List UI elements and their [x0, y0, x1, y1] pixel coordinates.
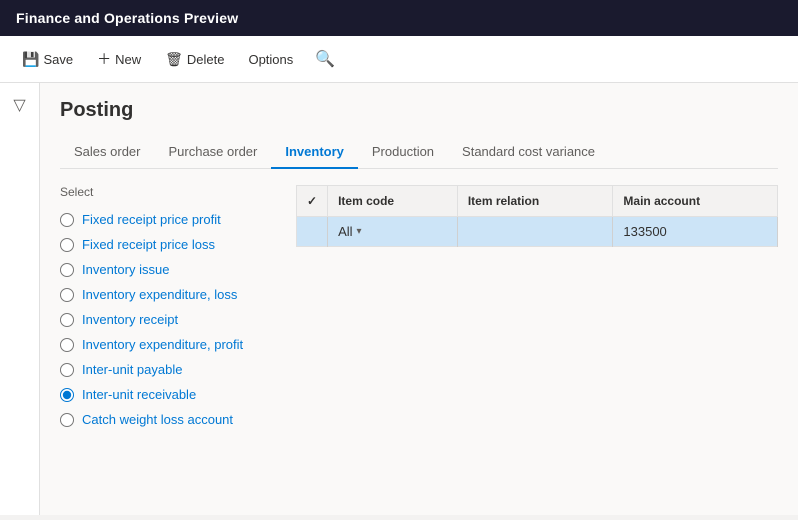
content-area: Posting Sales order Purchase order Inven… — [40, 83, 798, 515]
select-panel: Select Fixed receipt price profit Fixed … — [60, 185, 280, 432]
delete-icon: 🗑 — [165, 51, 183, 68]
list-item[interactable]: Fixed receipt price loss — [60, 232, 280, 257]
list-item[interactable]: Inventory expenditure, loss — [60, 282, 280, 307]
list-item[interactable]: Inventory receipt — [60, 307, 280, 332]
new-button[interactable]: ＋ New — [87, 44, 151, 74]
radio-catch-weight-loss-account[interactable] — [60, 413, 74, 427]
item-code-value: All — [338, 224, 352, 239]
tabs: Sales order Purchase order Inventory Pro… — [60, 136, 778, 169]
radio-label-inventory-expenditure-loss: Inventory expenditure, loss — [82, 287, 237, 302]
save-button[interactable]: 💾 Save — [12, 46, 83, 73]
new-icon: ＋ — [97, 49, 111, 69]
column-header-check: ✓ — [297, 186, 328, 217]
options-button[interactable]: Options — [238, 47, 303, 72]
save-icon: 💾 — [22, 51, 39, 68]
tab-sales-order[interactable]: Sales order — [60, 136, 154, 169]
column-header-main-account: Main account — [613, 186, 778, 217]
radio-label-inventory-expenditure-profit: Inventory expenditure, profit — [82, 337, 243, 352]
top-bar: Finance and Operations Preview — [0, 0, 798, 36]
radio-inventory-expenditure-loss[interactable] — [60, 288, 74, 302]
radio-label-fixed-receipt-price-profit: Fixed receipt price profit — [82, 212, 221, 227]
tab-standard-cost-variance[interactable]: Standard cost variance — [448, 136, 609, 169]
row-check — [297, 217, 328, 247]
radio-inventory-issue[interactable] — [60, 263, 74, 277]
column-header-item-code: Item code — [328, 186, 458, 217]
list-item[interactable]: Catch weight loss account — [60, 407, 280, 432]
tab-inventory[interactable]: Inventory — [271, 136, 358, 169]
radio-label-inter-unit-payable: Inter-unit payable — [82, 362, 182, 377]
radio-fixed-receipt-price-profit[interactable] — [60, 213, 74, 227]
list-item[interactable]: Inter-unit receivable — [60, 382, 280, 407]
page-title: Posting — [60, 99, 778, 122]
radio-inventory-expenditure-profit[interactable] — [60, 338, 74, 352]
radio-inter-unit-receivable[interactable] — [60, 388, 74, 402]
radio-label-catch-weight-loss-account: Catch weight loss account — [82, 412, 233, 427]
radio-label-inventory-receipt: Inventory receipt — [82, 312, 178, 327]
radio-fixed-receipt-price-loss[interactable] — [60, 238, 74, 252]
radio-label-inventory-issue: Inventory issue — [82, 262, 169, 277]
row-item-code[interactable]: All ▾ — [328, 217, 458, 247]
main-layout: ▽ Posting Sales order Purchase order Inv… — [0, 83, 798, 515]
radio-inter-unit-payable[interactable] — [60, 363, 74, 377]
toolbar: 💾 Save ＋ New 🗑 Delete Options 🔍 — [0, 36, 798, 83]
table-row[interactable]: All ▾ 133500 — [297, 217, 778, 247]
list-item[interactable]: Fixed receipt price profit — [60, 207, 280, 232]
tab-purchase-order[interactable]: Purchase order — [154, 136, 271, 169]
filter-icon[interactable]: ▽ — [9, 91, 29, 119]
tab-production[interactable]: Production — [358, 136, 448, 169]
table-header-row: ✓ Item code Item relation Main account — [297, 186, 778, 217]
list-item[interactable]: Inter-unit payable — [60, 357, 280, 382]
sidebar: ▽ — [0, 83, 40, 515]
inner-layout: Select Fixed receipt price profit Fixed … — [60, 185, 778, 432]
list-item[interactable]: Inventory expenditure, profit — [60, 332, 280, 357]
search-button[interactable]: 🔍 — [307, 45, 343, 73]
select-label: Select — [60, 185, 280, 199]
delete-button[interactable]: 🗑 Delete — [155, 46, 234, 73]
list-item[interactable]: Inventory issue — [60, 257, 280, 282]
data-table: ✓ Item code Item relation Main account A… — [296, 185, 778, 247]
radio-label-inter-unit-receivable: Inter-unit receivable — [82, 387, 196, 402]
row-main-account[interactable]: 133500 — [613, 217, 778, 247]
row-item-relation[interactable] — [457, 217, 613, 247]
column-header-item-relation: Item relation — [457, 186, 613, 217]
radio-inventory-receipt[interactable] — [60, 313, 74, 327]
search-icon: 🔍 — [315, 51, 335, 68]
app-title: Finance and Operations Preview — [16, 10, 238, 26]
dropdown-arrow-icon[interactable]: ▾ — [357, 226, 362, 237]
radio-label-fixed-receipt-price-loss: Fixed receipt price loss — [82, 237, 215, 252]
table-area: ✓ Item code Item relation Main account A… — [296, 185, 778, 432]
